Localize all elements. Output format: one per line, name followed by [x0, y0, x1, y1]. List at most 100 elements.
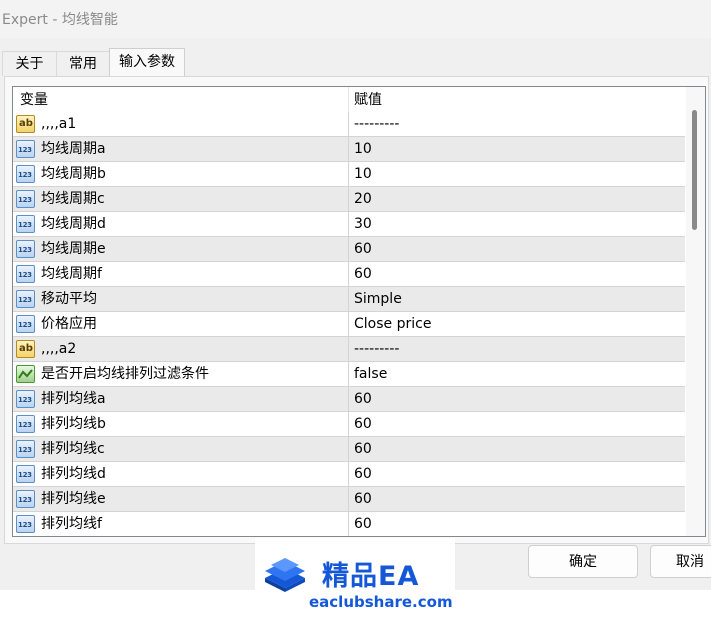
vertical-scrollbar[interactable] — [686, 87, 705, 536]
column-divider — [348, 512, 349, 536]
parameter-value[interactable]: --------- — [354, 112, 399, 136]
table-row[interactable]: 123 均线周期d 30 — [13, 212, 685, 237]
grid-header: 变量 赋值 — [13, 87, 685, 113]
number-type-icon: 123 — [16, 465, 35, 483]
column-divider — [348, 137, 349, 161]
column-divider — [348, 287, 349, 311]
window-title: Expert - 均线智能 — [2, 12, 118, 28]
parameter-value[interactable]: 60 — [354, 387, 372, 411]
tab-common[interactable]: 常用 — [56, 51, 110, 76]
boolean-type-icon — [16, 365, 35, 383]
table-row[interactable]: 123 均线周期b 10 — [13, 162, 685, 187]
icon-glyph: ab — [19, 343, 33, 354]
number-type-icon: 123 — [16, 390, 35, 408]
parameter-value[interactable]: 60 — [354, 462, 372, 486]
scrollbar-thumb[interactable] — [692, 110, 697, 230]
icon-glyph: 123 — [18, 496, 32, 504]
parameter-value[interactable]: 60 — [354, 437, 372, 461]
number-type-icon: 123 — [16, 315, 35, 333]
column-divider — [348, 462, 349, 486]
tab-common-label: 常用 — [69, 56, 97, 72]
table-row[interactable]: 123 均线周期e 60 — [13, 237, 685, 262]
table-row[interactable]: ab ,,,,a2 --------- — [13, 337, 685, 362]
parameter-value[interactable]: 10 — [354, 162, 372, 186]
table-row[interactable]: 123 移动平均 Simple — [13, 287, 685, 312]
expert-properties-dialog: Expert - 均线智能 关于 常用 输入参数 变量 赋值 ab ,,,,a1 -… — [0, 0, 711, 590]
parameter-value[interactable]: Simple — [354, 287, 402, 311]
table-row[interactable]: 123 排列均线f 60 — [13, 512, 685, 536]
icon-glyph: 123 — [18, 396, 32, 404]
table-row[interactable]: 123 排列均线a 60 — [13, 387, 685, 412]
icon-glyph: 123 — [18, 446, 32, 454]
number-type-icon: 123 — [16, 190, 35, 208]
parameter-name: 排列均线f — [41, 516, 102, 532]
number-type-icon: 123 — [16, 490, 35, 508]
table-row[interactable]: 123 排列均线d 60 — [13, 462, 685, 487]
ok-button[interactable]: 确定 — [528, 545, 638, 578]
parameter-value[interactable]: false — [354, 362, 387, 386]
parameter-name: 均线周期e — [41, 241, 106, 257]
icon-glyph: 123 — [18, 321, 32, 329]
header-value[interactable]: 赋值 — [354, 87, 382, 112]
column-divider — [348, 362, 349, 386]
parameter-name: ,,,,a1 — [41, 116, 77, 132]
column-divider — [348, 112, 349, 136]
parameter-value[interactable]: 60 — [354, 412, 372, 436]
parameter-value[interactable]: 20 — [354, 187, 372, 211]
column-divider — [348, 437, 349, 461]
parameter-value[interactable]: --------- — [354, 337, 399, 361]
cancel-button[interactable]: 取消 — [650, 545, 711, 578]
parameter-value[interactable]: 60 — [354, 487, 372, 511]
column-divider — [348, 337, 349, 361]
table-row[interactable]: 123 价格应用 Close price — [13, 312, 685, 337]
parameter-name: 排列均线a — [41, 391, 106, 407]
parameter-name: 均线周期c — [41, 191, 105, 207]
tab-inputs-label: 输入参数 — [119, 54, 175, 70]
table-row[interactable]: 123 均线周期c 20 — [13, 187, 685, 212]
tab-inputs[interactable]: 输入参数 — [109, 48, 185, 77]
table-row[interactable]: 是否开启均线排列过滤条件 false — [13, 362, 685, 387]
header-variable[interactable]: 变量 — [20, 87, 48, 112]
icon-glyph: 123 — [18, 221, 32, 229]
string-type-icon: ab — [16, 340, 35, 358]
watermark: 精品EA eaclubshare.com — [255, 538, 455, 633]
parameter-name: 均线周期f — [41, 266, 102, 282]
parameters-grid: 变量 赋值 ab ,,,,a1 --------- 123 均线周期a 10 123 均线周期… — [12, 86, 706, 537]
table-row[interactable]: 123 排列均线b 60 — [13, 412, 685, 437]
table-row[interactable]: ab ,,,,a1 --------- — [13, 112, 685, 137]
icon-glyph: 123 — [18, 271, 32, 279]
parameter-name: ,,,,a2 — [41, 341, 77, 357]
title-bar[interactable]: Expert - 均线智能 — [0, 0, 711, 38]
number-type-icon: 123 — [16, 290, 35, 308]
number-type-icon: 123 — [16, 140, 35, 158]
icon-glyph: 123 — [18, 246, 32, 254]
header-divider[interactable] — [348, 87, 349, 112]
column-divider — [348, 487, 349, 511]
column-divider — [348, 312, 349, 336]
parameter-name: 均线周期a — [41, 141, 106, 157]
number-type-icon: 123 — [16, 165, 35, 183]
icon-glyph: 123 — [18, 171, 32, 179]
column-divider — [348, 387, 349, 411]
parameter-value[interactable]: 30 — [354, 212, 372, 236]
icon-glyph: ab — [19, 118, 33, 129]
parameter-value[interactable]: 10 — [354, 137, 372, 161]
parameter-name: 均线周期b — [41, 166, 106, 182]
parameter-value[interactable]: 60 — [354, 512, 372, 536]
table-row[interactable]: 123 排列均线e 60 — [13, 487, 685, 512]
column-divider — [348, 237, 349, 261]
column-divider — [348, 187, 349, 211]
icon-glyph: 123 — [18, 471, 32, 479]
tab-about[interactable]: 关于 — [2, 51, 57, 76]
table-row[interactable]: 123 均线周期f 60 — [13, 262, 685, 287]
parameter-value[interactable]: Close price — [354, 312, 431, 336]
icon-glyph: 123 — [18, 521, 32, 529]
tab-about-label: 关于 — [15, 56, 44, 72]
table-row[interactable]: 123 排列均线c 60 — [13, 437, 685, 462]
parameter-name: 排列均线b — [41, 416, 106, 432]
parameter-value[interactable]: 60 — [354, 237, 372, 261]
table-row[interactable]: 123 均线周期a 10 — [13, 137, 685, 162]
parameter-value[interactable]: 60 — [354, 262, 372, 286]
string-type-icon: ab — [16, 115, 35, 133]
number-type-icon: 123 — [16, 415, 35, 433]
